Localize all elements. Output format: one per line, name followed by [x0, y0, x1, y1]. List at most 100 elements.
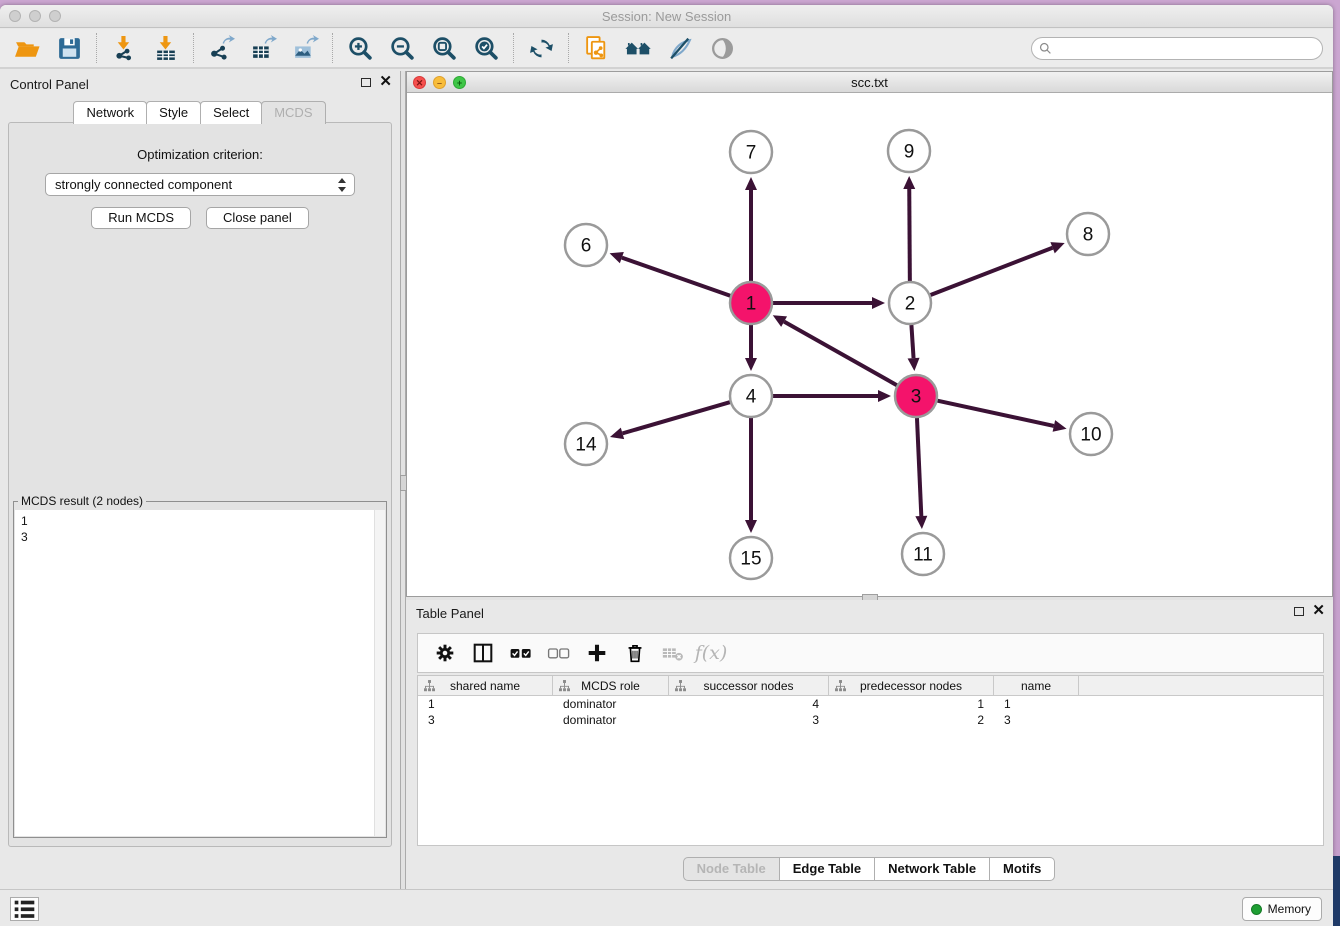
zoom-in-icon[interactable] [339, 31, 381, 65]
run-mcds-button[interactable]: Run MCDS [91, 207, 191, 229]
cell[interactable]: 1 [418, 696, 553, 712]
cell[interactable]: 3 [669, 712, 829, 728]
app-titlebar[interactable]: Session: New Session [0, 5, 1333, 28]
tab-network[interactable]: Network [73, 101, 147, 124]
column-header-MCDS-role[interactable]: MCDS role [553, 676, 669, 695]
tab-edge-table[interactable]: Edge Table [779, 857, 875, 881]
task-history-button[interactable] [10, 897, 39, 921]
control-tabs: NetworkStyleSelectMCDS [0, 101, 400, 124]
export-table-icon[interactable] [242, 31, 284, 65]
import-network-icon[interactable] [103, 31, 145, 65]
column-flow-icon [835, 680, 846, 695]
deselect-all-icon[interactable] [540, 637, 578, 669]
table-row-1[interactable]: 1dominator411 [418, 696, 1323, 712]
node-label-11: 11 [913, 545, 933, 566]
edge-arrow-icon [878, 390, 891, 402]
brush-icon[interactable] [659, 31, 701, 65]
copy-network-icon[interactable] [575, 31, 617, 65]
delete-row-icon[interactable] [616, 637, 654, 669]
cell[interactable]: 3 [418, 712, 553, 728]
cell[interactable]: 2 [829, 712, 994, 728]
search-icon [1039, 42, 1052, 55]
edge-1-6[interactable] [622, 258, 730, 296]
select-all-icon[interactable] [502, 637, 540, 669]
mcds-result-legend: MCDS result (2 nodes) [18, 494, 146, 508]
settings-icon[interactable] [426, 637, 464, 669]
optimization-label: Optimization criterion: [9, 147, 391, 162]
node-table[interactable]: shared nameMCDS rolesuccessor nodesprede… [417, 675, 1324, 846]
network-window-controls[interactable]: ✕ – + [413, 76, 466, 89]
cell[interactable]: dominator [553, 696, 669, 712]
table-row-2[interactable]: 3dominator323 [418, 712, 1323, 728]
float-panel-icon[interactable] [361, 78, 371, 87]
edge-3-11[interactable] [917, 418, 921, 516]
import-table-icon[interactable] [145, 31, 187, 65]
zoom-out-icon[interactable] [381, 31, 423, 65]
eye-icon[interactable] [701, 31, 743, 65]
toolbar-separator [332, 33, 333, 63]
cell[interactable]: dominator [553, 712, 669, 728]
edge-arrow-icon [610, 252, 624, 263]
list-icon [11, 897, 38, 922]
column-header-predecessor-nodes[interactable]: predecessor nodes [829, 676, 994, 695]
columns-icon[interactable] [464, 637, 502, 669]
tab-style[interactable]: Style [146, 101, 201, 124]
edge-3-1[interactable] [784, 322, 897, 386]
tab-mcds[interactable]: MCDS [261, 101, 325, 124]
delete-table-icon [654, 637, 692, 669]
column-header-shared-name[interactable]: shared name [418, 676, 553, 695]
right-area: ✕ – + scc.txt 1234678910111415 [406, 71, 1333, 889]
edge-arrow-icon [915, 516, 927, 529]
network-titlebar[interactable]: ✕ – + scc.txt [407, 72, 1332, 93]
result-scrollbar[interactable] [374, 510, 385, 836]
open-session-icon[interactable] [6, 31, 48, 65]
optimization-dropdown[interactable]: strongly connected component [45, 173, 355, 196]
mcds-panel: Optimization criterion: strongly connect… [8, 122, 392, 847]
app-title: Session: New Session [0, 9, 1333, 24]
cell[interactable]: 1 [994, 696, 1079, 712]
node-label-14: 14 [575, 435, 597, 456]
apply-layout-icon[interactable] [520, 31, 562, 65]
search-box[interactable] [1031, 37, 1323, 60]
tab-node-table[interactable]: Node Table [683, 857, 780, 881]
network-maximize-icon[interactable]: + [453, 76, 466, 89]
column-flow-icon [559, 680, 570, 695]
tab-select[interactable]: Select [200, 101, 262, 124]
cell[interactable]: 1 [829, 696, 994, 712]
home-icon[interactable] [617, 31, 659, 65]
edge-3-10[interactable] [937, 401, 1053, 426]
float-table-panel-icon[interactable] [1294, 607, 1304, 616]
save-session-icon[interactable] [48, 31, 90, 65]
network-minimize-icon[interactable]: – [433, 76, 446, 89]
zoom-selected-icon[interactable] [465, 31, 507, 65]
network-window: ✕ – + scc.txt 1234678910111415 [406, 71, 1333, 597]
edge-arrow-icon [610, 428, 624, 440]
search-input[interactable] [1052, 38, 1322, 59]
memory-button[interactable]: Memory [1242, 897, 1322, 921]
node-label-3: 3 [911, 387, 922, 408]
edge-4-14[interactable] [622, 402, 729, 433]
export-network-icon[interactable] [200, 31, 242, 65]
network-canvas[interactable]: 1234678910111415 [407, 94, 1332, 596]
tab-motifs[interactable]: Motifs [989, 857, 1055, 881]
mcds-result-box[interactable]: 1 3 [15, 510, 385, 836]
network-close-icon[interactable]: ✕ [413, 76, 426, 89]
close-panel-icon[interactable]: ✕ [379, 76, 392, 88]
close-panel-button[interactable]: Close panel [206, 207, 309, 229]
cell[interactable]: 3 [994, 712, 1079, 728]
edge-arrow-icon [1053, 420, 1067, 432]
network-graph[interactable]: 1234678910111415 [407, 94, 1332, 597]
column-header-successor-nodes[interactable]: successor nodes [669, 676, 829, 695]
edge-2-9[interactable] [909, 189, 910, 281]
close-table-panel-icon[interactable]: ✕ [1312, 605, 1325, 617]
tab-network-table[interactable]: Network Table [874, 857, 990, 881]
edge-2-8[interactable] [931, 248, 1053, 295]
zoom-fit-icon[interactable] [423, 31, 465, 65]
edge-2-3[interactable] [911, 325, 913, 358]
cell[interactable]: 4 [669, 696, 829, 712]
table-tabs: Node TableEdge TableNetwork TableMotifs [406, 857, 1333, 881]
column-header-name[interactable]: name [994, 676, 1079, 695]
table-body: 1dominator4113dominator323 [418, 696, 1323, 728]
add-row-icon[interactable] [578, 637, 616, 669]
export-image-icon[interactable] [284, 31, 326, 65]
